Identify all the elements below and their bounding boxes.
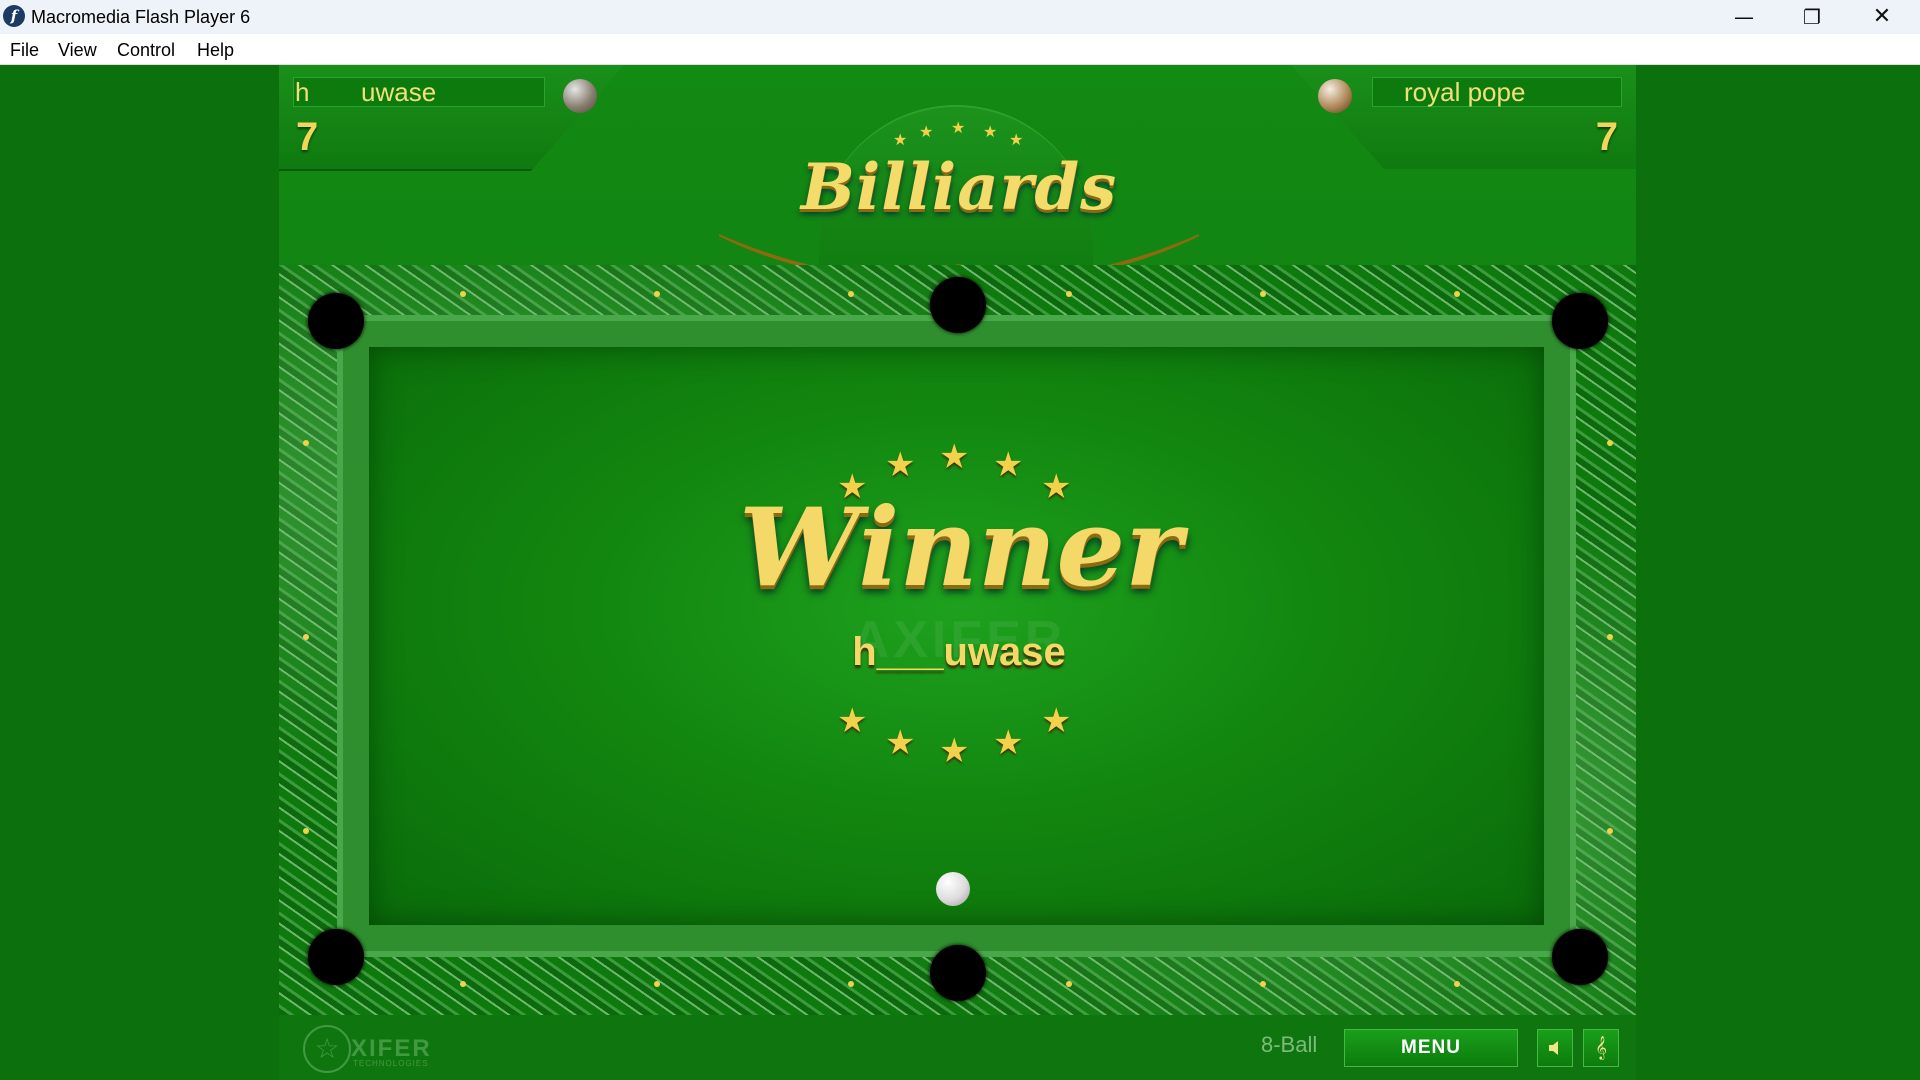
- menu-view[interactable]: View: [58, 40, 97, 61]
- star-icon: ★: [993, 446, 1024, 484]
- cue-ball[interactable]: [936, 872, 970, 906]
- xifer-logo-icon: ☆: [303, 1025, 351, 1073]
- minimize-button[interactable]: —: [1710, 0, 1778, 34]
- title-bar: f Macromedia Flash Player 6 — ❐ ✕: [0, 0, 1920, 34]
- xifer-brand-sub: TECHNOLOGIES: [353, 1059, 429, 1068]
- winner-overlay: AXIFER ★ ★ ★ ★ ★ Winner h___uwase ★ ★ ★ …: [279, 65, 1636, 1080]
- treble-clef-icon[interactable]: 𝄞: [1583, 1029, 1619, 1067]
- star-icon: ★: [993, 724, 1024, 762]
- speaker-icon[interactable]: [1537, 1029, 1573, 1067]
- flash-app-icon: f: [3, 5, 25, 27]
- bottom-bar: ☆ XIFER TECHNOLOGIES 8-Ball MENU 𝄞: [279, 1015, 1636, 1080]
- menu-bar: File View Control Help: [0, 34, 1920, 65]
- star-icon: ★: [837, 702, 868, 740]
- billiards-game[interactable]: h uwase 7 royal pope 7 ★ ★ ★ ★ ★ Billiar…: [279, 65, 1636, 1080]
- window-title: Macromedia Flash Player 6: [31, 7, 251, 27]
- menu-file[interactable]: File: [10, 40, 39, 61]
- menu-control[interactable]: Control: [117, 40, 175, 61]
- star-icon: ★: [1041, 702, 1072, 740]
- star-icon: ★: [885, 724, 916, 762]
- winner-title: Winner: [739, 485, 1183, 611]
- star-icon: ★: [939, 732, 970, 770]
- restore-button[interactable]: ❐: [1778, 0, 1846, 34]
- star-icon: ★: [939, 438, 970, 476]
- close-button[interactable]: ✕: [1848, 0, 1916, 34]
- menu-help[interactable]: Help: [197, 40, 234, 61]
- winner-name: h___uwase: [852, 630, 1066, 674]
- game-mode-label: 8-Ball: [1261, 1032, 1318, 1057]
- menu-button[interactable]: MENU: [1344, 1029, 1518, 1067]
- star-icon: ★: [885, 446, 916, 484]
